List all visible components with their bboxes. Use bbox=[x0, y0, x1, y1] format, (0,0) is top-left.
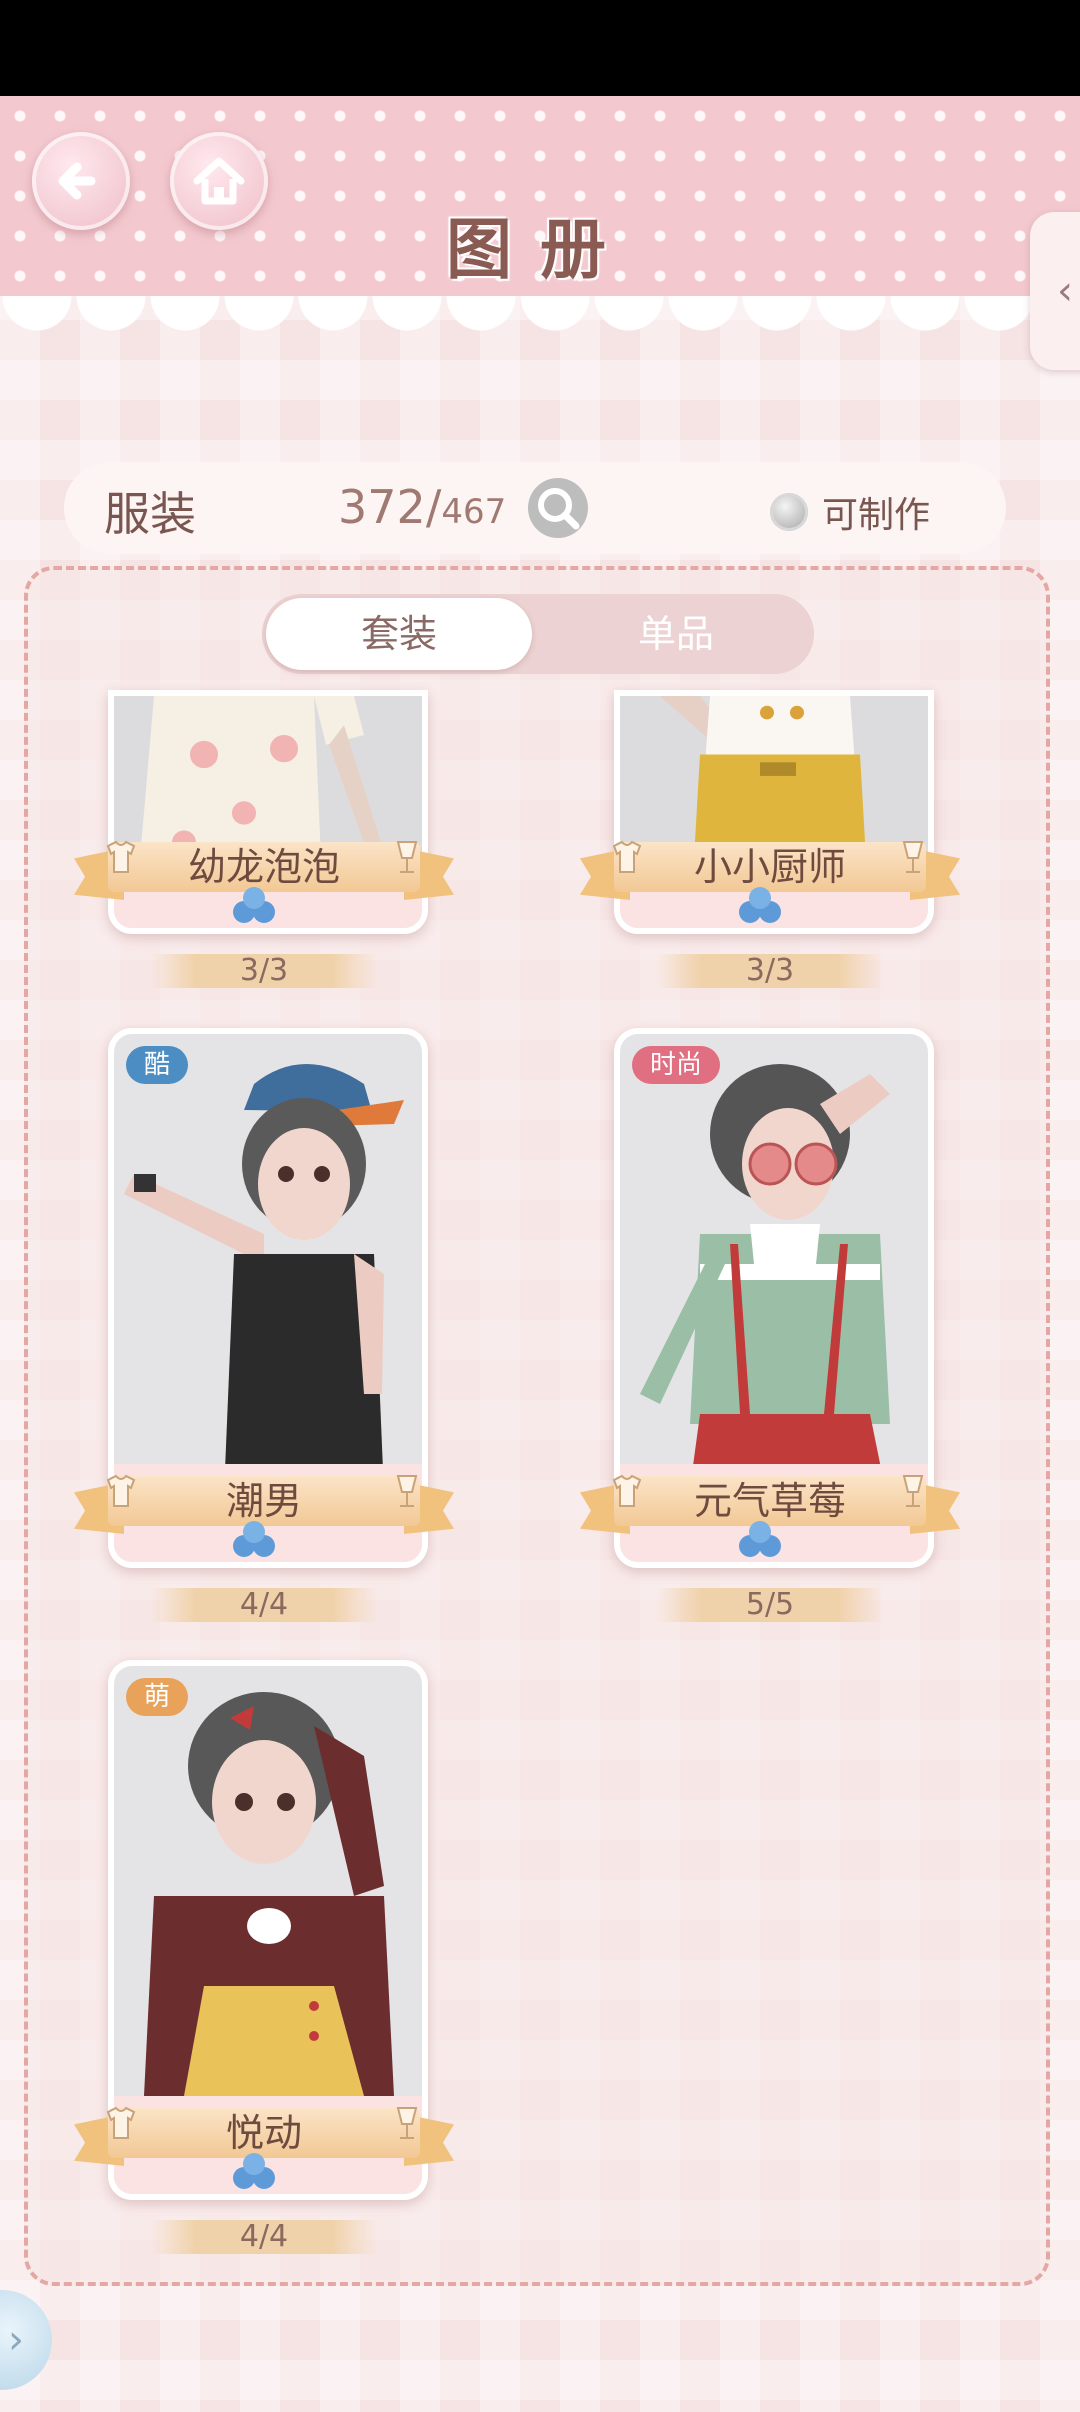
lamp-icon bbox=[396, 841, 418, 873]
blue-gem-icon bbox=[233, 2153, 275, 2189]
tab-items[interactable]: 单品 bbox=[538, 594, 814, 674]
outfit-name: 潮男 bbox=[225, 1479, 302, 1523]
outfit-name: 元气草莓 bbox=[693, 1479, 846, 1523]
blue-gem-icon bbox=[739, 887, 781, 923]
tab-bar: 套装 单品 bbox=[262, 594, 814, 674]
outfit-progress: 3/3 bbox=[656, 954, 884, 988]
collection-count: 372/467 bbox=[338, 480, 506, 534]
outfit-name: 小小厨师 bbox=[693, 845, 846, 889]
craftable-radio[interactable] bbox=[770, 493, 808, 531]
chevron-right-icon: › bbox=[8, 2317, 24, 2363]
lamp-icon bbox=[396, 2107, 418, 2139]
total-count: 467 bbox=[441, 492, 507, 532]
style-tag: 萌 bbox=[126, 1678, 189, 1716]
outfit-progress: 3/3 bbox=[150, 954, 378, 988]
blue-gem-icon bbox=[739, 1521, 781, 1557]
status-bar bbox=[0, 0, 1080, 96]
craftable-label: 可制作 bbox=[822, 495, 931, 536]
style-tag: 酷 bbox=[126, 1046, 189, 1084]
category-label[interactable]: 服装 bbox=[104, 478, 196, 544]
owned-count: 372 bbox=[338, 480, 426, 534]
lace-trim bbox=[0, 296, 1080, 366]
search-icon[interactable] bbox=[526, 476, 590, 540]
blue-gem-icon bbox=[233, 887, 275, 923]
blue-gem-icon bbox=[233, 1521, 275, 1557]
tab-suits[interactable]: 套装 bbox=[266, 598, 532, 670]
outfit-progress: 4/4 bbox=[150, 1588, 378, 1622]
page-title: 图册 bbox=[446, 210, 634, 288]
chevron-left-icon: ‹ bbox=[1057, 268, 1073, 314]
lamp-icon bbox=[902, 841, 924, 873]
craftable-filter[interactable]: 可制作 bbox=[770, 486, 930, 538]
lamp-icon bbox=[396, 1475, 418, 1507]
side-drawer-tab[interactable]: ‹ bbox=[1030, 212, 1080, 370]
outfit-progress: 4/4 bbox=[150, 2220, 378, 2254]
side-expand-button[interactable]: › bbox=[0, 2290, 52, 2390]
stats-bar: 服装 372/467 可制作 bbox=[64, 462, 1006, 554]
outfit-progress: 5/5 bbox=[656, 1588, 884, 1622]
style-tag: 时尚 bbox=[632, 1046, 721, 1084]
count-separator: / bbox=[425, 480, 442, 534]
lamp-icon bbox=[902, 1475, 924, 1507]
outfit-name: 悦动 bbox=[225, 2111, 302, 2155]
outfit-name: 幼龙泡泡 bbox=[187, 845, 340, 889]
